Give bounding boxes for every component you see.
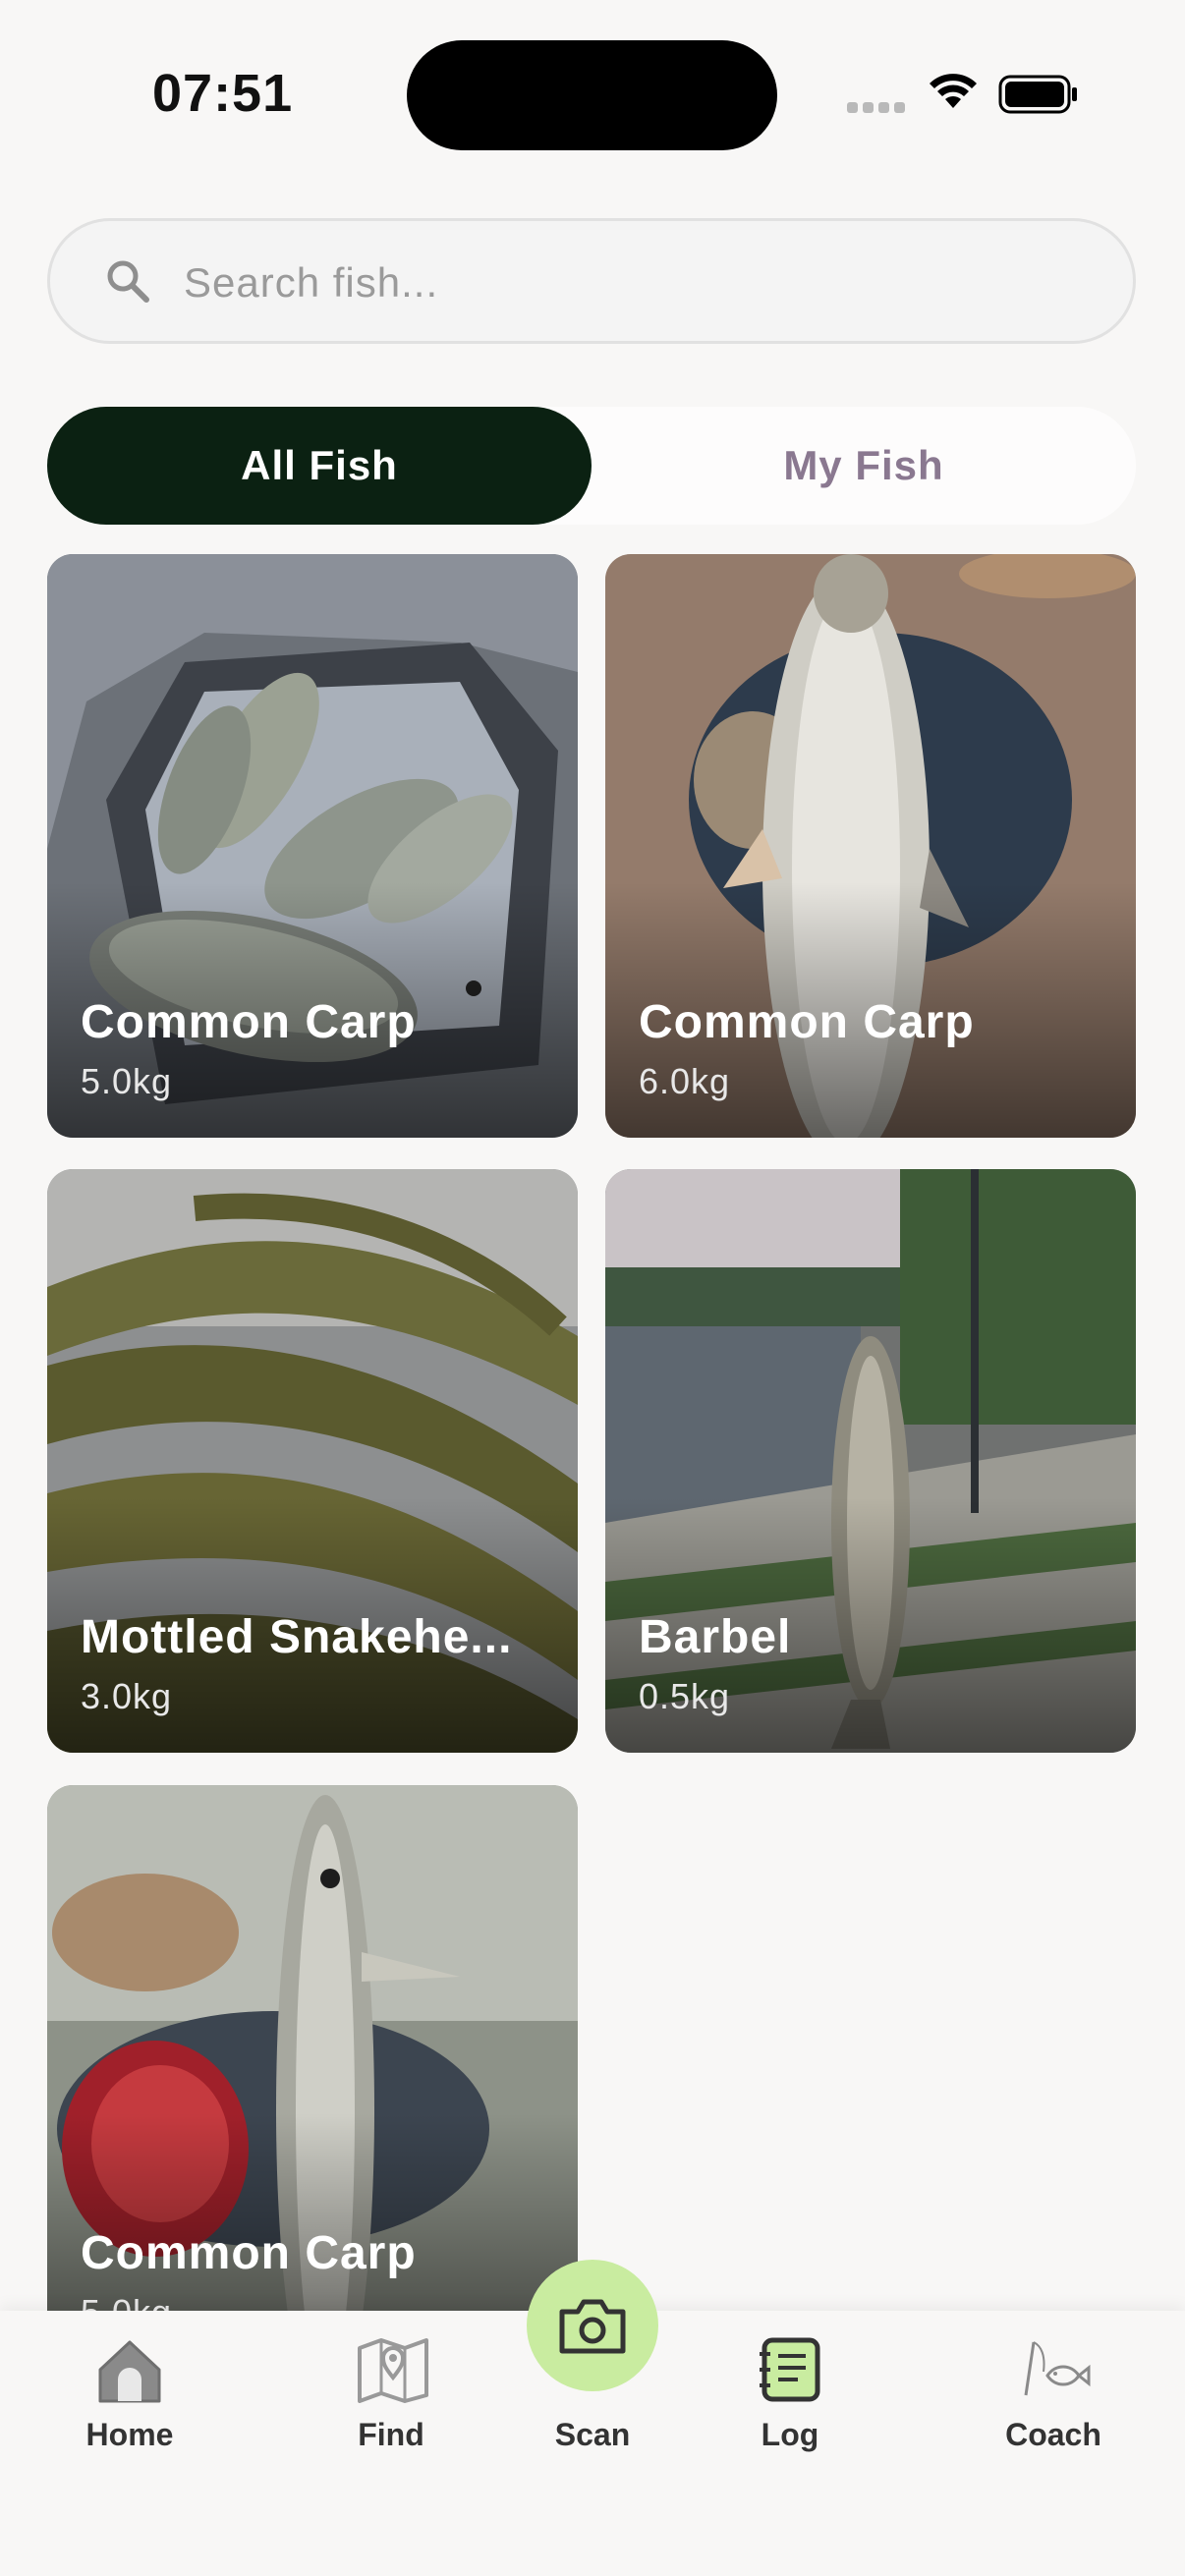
- home-icon: [98, 2340, 161, 2403]
- catch-name: Mottled Snakehe...: [81, 1611, 513, 1663]
- catch-name: Common Carp: [639, 996, 975, 1048]
- catch-weight: 3.0kg: [81, 1676, 173, 1716]
- map-pin-icon: [358, 2338, 428, 2403]
- catch-weight: 5.0kg: [81, 1061, 173, 1101]
- fishing-rod-icon: [1024, 2341, 1091, 2396]
- nav-scan-label: Scan: [554, 2417, 631, 2452]
- catch-card[interactable]: Mottled Snakehe... 3.0kg: [47, 1169, 578, 1753]
- catch-card[interactable]: Common Carp 5.0kg: [47, 1785, 578, 2311]
- catch-name: Common Carp: [81, 996, 417, 1048]
- card-gradient: [47, 2113, 578, 2311]
- catch-card[interactable]: Common Carp 5.0kg: [47, 554, 578, 1138]
- nav-find-label: Find: [358, 2417, 424, 2452]
- catch-card[interactable]: Common Carp 6.0kg: [605, 554, 1136, 1138]
- catch-name: Common Carp: [81, 2227, 417, 2279]
- nav-coach-label: Coach: [1005, 2417, 1101, 2452]
- scan-button[interactable]: [527, 2260, 658, 2391]
- logbook-icon: [760, 2337, 820, 2402]
- catch-grid: Common Carp 5.0kg Common Carp 6.0kg Mott…: [0, 0, 1185, 2311]
- catch-weight: 0.5kg: [639, 1676, 731, 1716]
- catch-card[interactable]: Barbel 0.5kg: [605, 1169, 1136, 1753]
- camera-icon: [559, 2299, 626, 2354]
- catch-weight: 5.0kg: [81, 2292, 172, 2311]
- nav-log-label: Log: [761, 2417, 819, 2452]
- catch-name: Barbel: [639, 1611, 792, 1663]
- nav-home-label: Home: [85, 2417, 174, 2452]
- catch-weight: 6.0kg: [639, 1061, 731, 1101]
